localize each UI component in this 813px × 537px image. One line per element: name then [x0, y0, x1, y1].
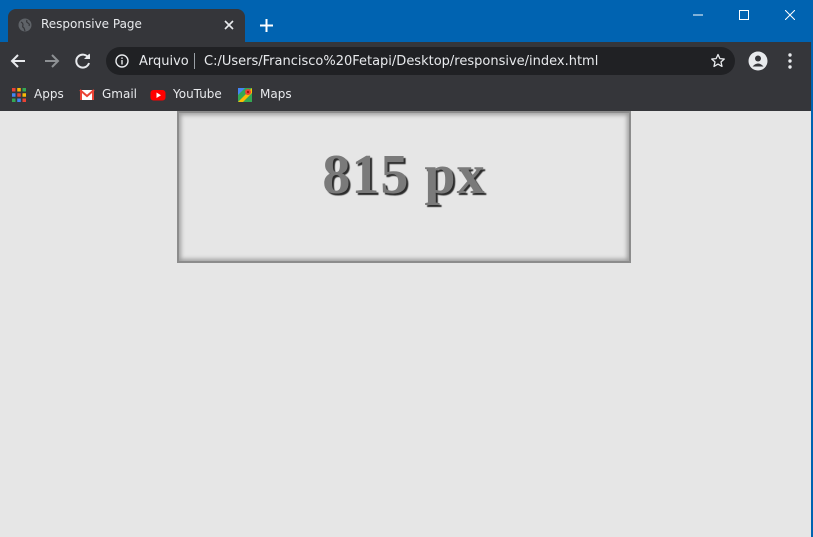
viewport-width-text: 815 px	[322, 144, 486, 206]
maps-icon	[238, 88, 252, 102]
address-bar[interactable]: Arquivo C:/Users/Francisco%20Fetapi/Desk…	[106, 47, 735, 75]
browser-toolbar: Arquivo C:/Users/Francisco%20Fetapi/Desk…	[0, 42, 811, 80]
bookmark-label: Maps	[260, 87, 292, 101]
gmail-icon	[79, 89, 95, 100]
bookmark-star-icon[interactable]	[710, 53, 726, 69]
youtube-icon	[150, 90, 166, 101]
new-tab-icon[interactable]	[258, 17, 275, 34]
page-viewport: 815 px	[0, 111, 811, 537]
menu-kebab-icon[interactable]	[782, 52, 798, 70]
close-tab-icon[interactable]	[222, 18, 236, 32]
close-window-button[interactable]	[767, 0, 813, 30]
width-display-box: 815 px	[177, 111, 631, 263]
tab-title: Responsive Page	[41, 17, 142, 31]
minimize-button[interactable]	[675, 0, 721, 30]
tab-responsive-page[interactable]: Responsive Page	[8, 9, 245, 42]
bookmarks-bar: Apps Gmail YouTube Maps	[0, 80, 811, 111]
apps-grid-icon	[12, 88, 26, 102]
forward-arrow-icon[interactable]	[41, 51, 61, 71]
browser-window: Responsive Page Arquivo C:/Users/Francis…	[0, 0, 813, 537]
bookmark-label: Apps	[34, 87, 64, 101]
info-icon[interactable]	[115, 54, 129, 68]
security-label[interactable]: Arquivo	[139, 54, 189, 69]
globe-icon	[18, 18, 32, 32]
minimize-icon	[693, 14, 703, 16]
url-text[interactable]: C:/Users/Francisco%20Fetapi/Desktop/resp…	[204, 54, 598, 69]
back-arrow-icon[interactable]	[9, 51, 29, 71]
close-icon	[785, 10, 795, 20]
maximize-button[interactable]	[721, 0, 767, 30]
title-bar: Responsive Page	[0, 0, 813, 42]
maximize-icon	[739, 10, 749, 20]
profile-icon[interactable]	[748, 51, 768, 71]
bookmark-label: YouTube	[173, 87, 222, 101]
reload-icon[interactable]	[73, 51, 93, 71]
omnibox-separator	[194, 53, 195, 69]
bookmark-label: Gmail	[102, 87, 138, 101]
